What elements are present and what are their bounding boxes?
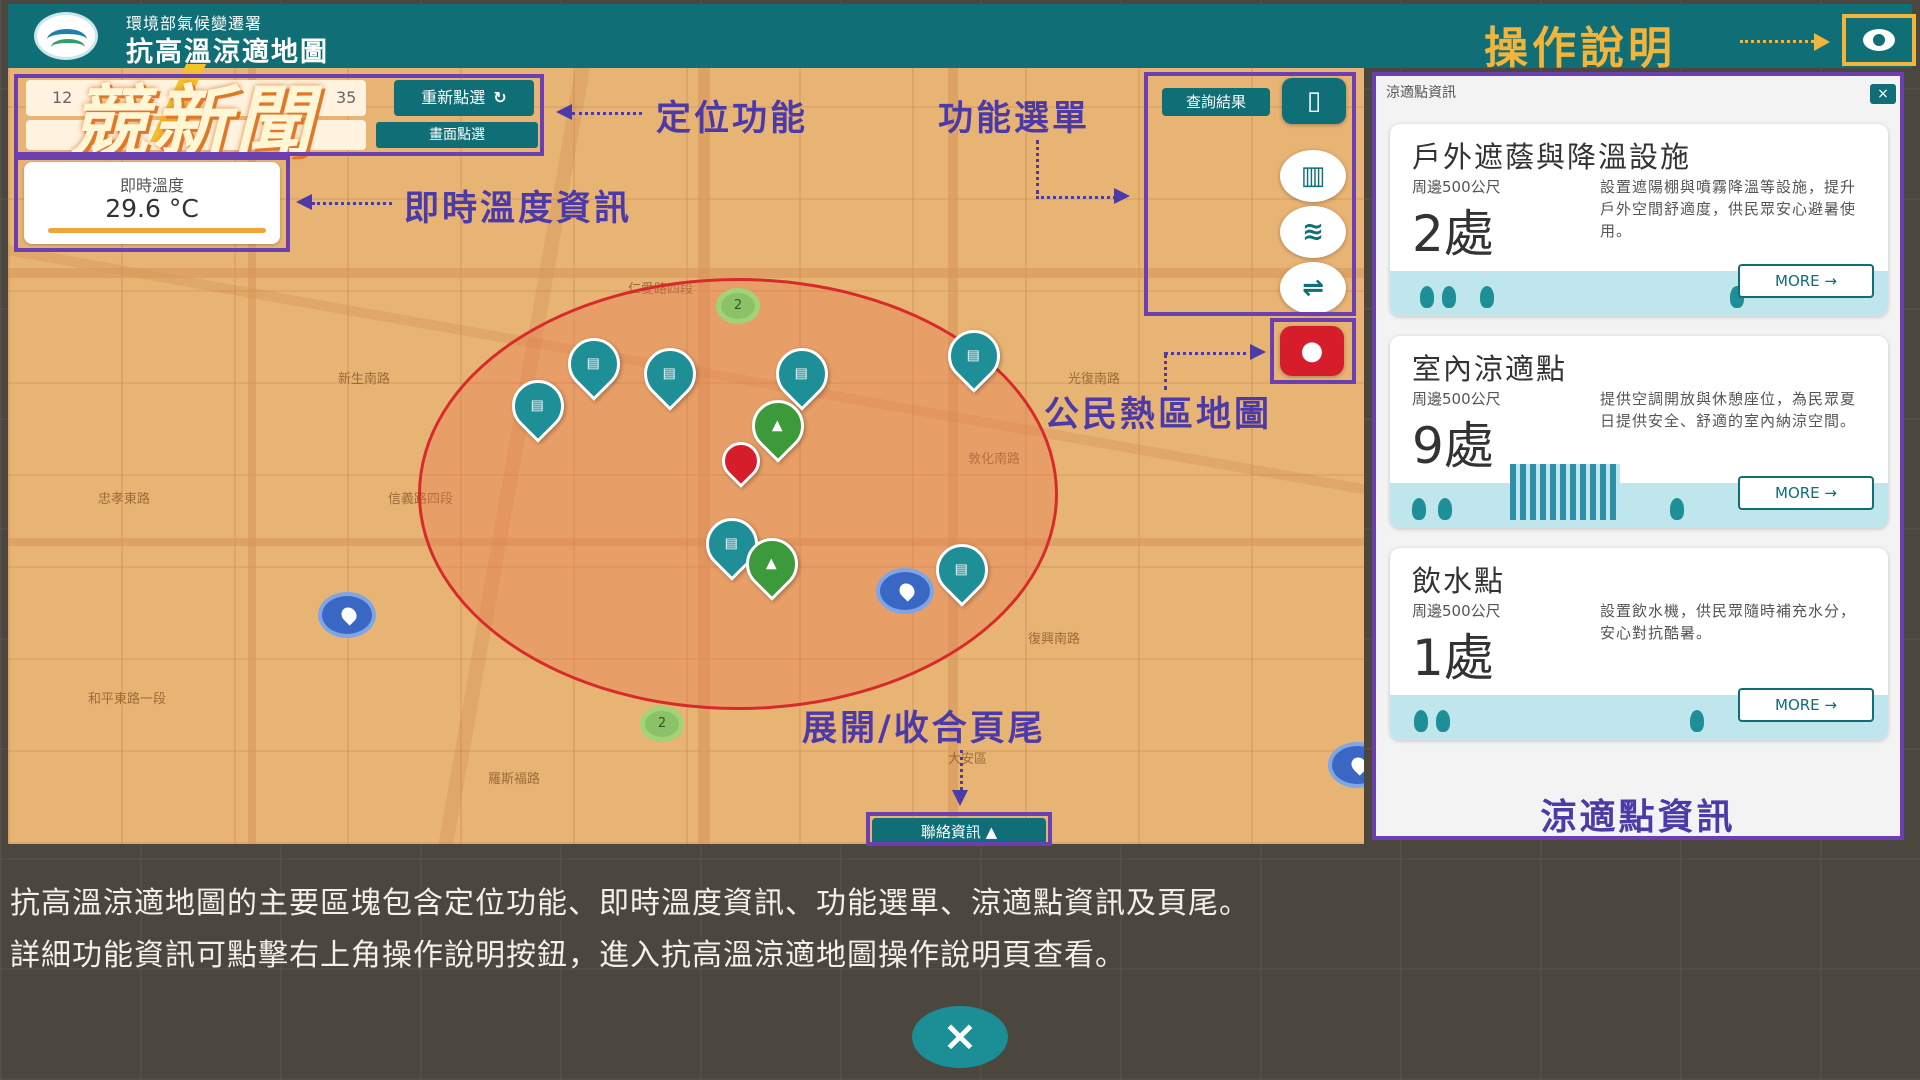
building-illustration xyxy=(1510,464,1620,520)
card-title: 戶外遮蔭與降溫設施 xyxy=(1412,140,1692,174)
street-label: 復興南路 xyxy=(1028,632,1081,647)
card-title: 室內涼適點 xyxy=(1412,352,1568,386)
locate-highlight xyxy=(14,74,544,156)
card-description: 設置遮陽棚與噴霧降溫等設施，提升戶外空間舒適度，供民眾安心避暑使用。 xyxy=(1600,178,1857,240)
building-icon: ▤ xyxy=(954,561,968,578)
annotation-line xyxy=(1036,196,1116,199)
annotation-temperature: 即時溫度資訊 xyxy=(404,189,633,229)
tree-icon xyxy=(1420,286,1434,308)
help-button[interactable] xyxy=(1842,14,1916,66)
tree-icon xyxy=(1442,286,1456,308)
marker-cluster[interactable]: 2 xyxy=(716,288,760,324)
tree-icon xyxy=(1480,286,1494,308)
street-label: 羅斯福路 xyxy=(488,772,541,787)
annotation-locate: 定位功能 xyxy=(656,99,809,139)
annotation-footer: 展開/收合頁尾 xyxy=(802,709,1046,749)
temperature-highlight xyxy=(14,156,290,252)
annotation-line xyxy=(960,750,963,790)
annotation-heatmap: 公民熱區地圖 xyxy=(1044,395,1273,435)
tutorial-caption-line1: 抗高溫涼適地圖的主要區塊包含定位功能、即時溫度資訊、功能選單、涼適點資訊及頁尾。 xyxy=(10,886,1250,921)
building-icon: ▤ xyxy=(662,365,676,382)
annotation-line xyxy=(1164,354,1167,390)
annotation-arrow xyxy=(296,194,312,210)
water-point-card: 飲水點 周邊500公尺 1處 設置飲水機，供民眾隨時補充水分，安心對抗酷暑。 M… xyxy=(1390,548,1888,740)
water-point-marker[interactable] xyxy=(318,592,376,638)
menu-highlight xyxy=(1144,72,1356,316)
annotation-arrow xyxy=(556,104,572,120)
annotation-line xyxy=(1164,352,1254,355)
tree-icon xyxy=(1670,498,1684,520)
building-icon: ▤ xyxy=(724,535,738,552)
building-icon: ▤ xyxy=(530,397,544,414)
marker-cluster[interactable]: 2 xyxy=(640,706,684,742)
indoor-more-button[interactable]: MORE → xyxy=(1738,476,1874,510)
outdoor-more-button[interactable]: MORE → xyxy=(1738,264,1874,298)
water-point-marker[interactable] xyxy=(876,568,934,614)
annotation-arrow xyxy=(952,790,968,806)
building-icon: ▤ xyxy=(794,365,808,382)
indoor-cool-spot-card: 室內涼適點 周邊500公尺 9處 提供空調開放與休憩座位，為民眾夏日提供安全、舒… xyxy=(1390,336,1888,528)
tree-icon xyxy=(1414,710,1428,732)
help-annotation: 操作說明 xyxy=(1484,23,1676,74)
annotation-menu: 功能選單 xyxy=(938,99,1091,139)
heatmap-highlight xyxy=(1270,318,1356,384)
card-description: 提供空調開放與休憩座位，為民眾夏日提供安全、舒適的室內納涼空間。 xyxy=(1600,390,1857,430)
street-label: 新生南路 xyxy=(338,372,391,387)
panel-annotation: 涼適點資訊 xyxy=(1540,797,1736,838)
card-title: 飲水點 xyxy=(1412,564,1506,598)
card-description: 設置飲水機，供民眾隨時補充水分，安心對抗酷暑。 xyxy=(1600,602,1857,642)
eye-icon xyxy=(1863,29,1895,51)
tree-icon xyxy=(1412,498,1426,520)
tree-icon: ▲ xyxy=(765,555,777,572)
tutorial-caption-line2: 詳細功能資訊可點擊右上角操作說明按鈕，進入抗高溫涼適地圖操作說明頁查看。 xyxy=(10,938,1126,973)
tutorial-screen: 環境部氣候變遷署 抗高溫涼適地圖 操作說明 仁愛路四段 信義路四段 和平東路一段… xyxy=(0,0,1920,1080)
agency-logo-icon xyxy=(34,12,98,60)
annotation-arrow xyxy=(1250,344,1266,360)
close-tutorial-button[interactable]: × xyxy=(912,1006,1008,1068)
panel-title: 涼適點資訊 xyxy=(1386,85,1456,101)
annotation-arrow xyxy=(1114,188,1130,204)
annotation-line xyxy=(572,112,642,115)
app-header: 環境部氣候變遷署 抗高溫涼適地圖 操作說明 xyxy=(8,4,1916,74)
tree-icon xyxy=(1436,710,1450,732)
water-more-button[interactable]: MORE → xyxy=(1738,688,1874,722)
street-label: 和平東路一段 xyxy=(88,692,167,707)
building-icon: ▤ xyxy=(966,347,980,364)
water-point-marker[interactable] xyxy=(1328,742,1364,788)
help-arrow xyxy=(1740,33,1830,51)
tree-icon xyxy=(1690,710,1704,732)
panel-close-button[interactable]: × xyxy=(1870,84,1896,104)
cool-spot-panel: 涼適點資訊 × 戶外遮蔭與降溫設施 周邊500公尺 2處 設置遮陽棚與噴霧降溫等… xyxy=(1372,72,1904,840)
annotation-line xyxy=(312,202,392,205)
outdoor-shade-card: 戶外遮蔭與降溫設施 周邊500公尺 2處 設置遮陽棚與噴霧降溫等設施，提升戶外空… xyxy=(1390,124,1888,316)
tree-icon: ▲ xyxy=(771,417,783,434)
annotation-line xyxy=(1036,140,1039,194)
building-icon: ▤ xyxy=(586,355,600,372)
street-label: 忠孝東路 xyxy=(98,492,151,507)
street-label: 光復南路 xyxy=(1068,372,1121,387)
footer-highlight xyxy=(866,812,1052,846)
tree-icon xyxy=(1438,498,1452,520)
